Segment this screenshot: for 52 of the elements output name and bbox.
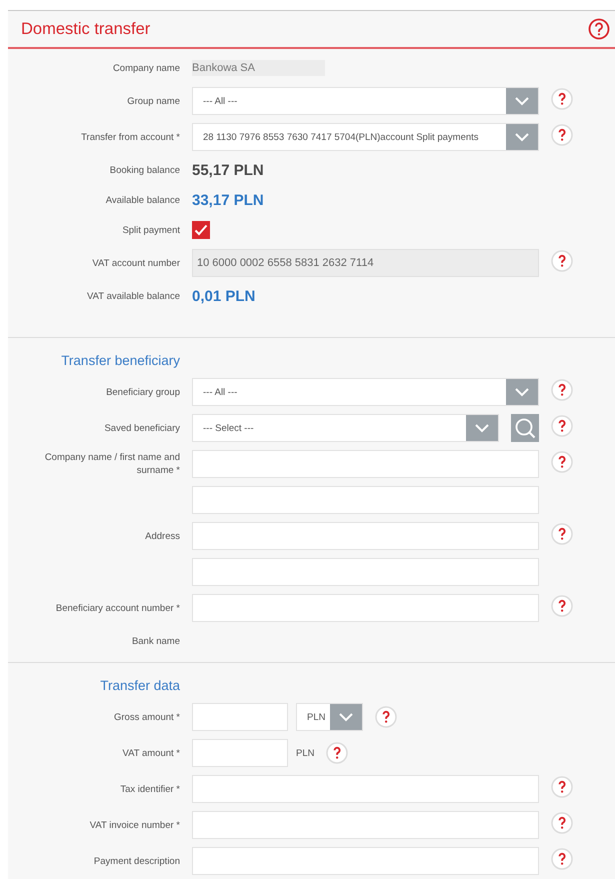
field-label: Available balance — [104, 194, 180, 206]
field-label: Company name / first name and surname * — [44, 451, 180, 477]
search-button[interactable] — [511, 414, 539, 442]
field-label: VAT available balance — [86, 290, 180, 302]
field-label: Transfer from account * — [80, 130, 180, 144]
field-label: Split payment — [121, 224, 180, 236]
dropdown[interactable]: --- All --- — [192, 87, 539, 115]
balance-value: 55,17 PLN — [192, 162, 264, 178]
input-field[interactable] — [192, 486, 539, 514]
help-icon[interactable] — [588, 18, 610, 40]
input-field[interactable] — [192, 522, 539, 550]
dropdown[interactable]: 28 1130 7976 8553 7630 7417 5704(PLN)account Split payments — [192, 123, 539, 151]
search-icon — [514, 417, 536, 439]
field-label: Booking balance — [108, 164, 180, 176]
section-heading: Transfer beneficiary — [60, 352, 180, 370]
field-label: VAT amount * — [121, 746, 180, 760]
field-label: Beneficiary group — [105, 386, 180, 398]
field-label: Company name — [112, 62, 180, 74]
field-label: Tax identifier * — [119, 782, 180, 796]
chevron-icon — [515, 132, 529, 142]
section-heading: Transfer data — [99, 677, 180, 695]
balance-value: 33,17 PLN — [192, 192, 264, 208]
currency-label: PLN — [296, 748, 314, 758]
input-field[interactable] — [192, 811, 539, 839]
chevron-icon — [339, 712, 353, 722]
field-label: Gross amount * — [113, 710, 180, 724]
balance-value: 0,01 PLN — [192, 288, 256, 304]
field-label: VAT account number — [91, 256, 180, 270]
company-name-value: Bankowa SA — [192, 60, 325, 76]
checkbox[interactable] — [192, 221, 210, 239]
dropdown[interactable]: --- Select --- — [192, 414, 499, 442]
field-label: Address — [144, 530, 180, 542]
input-field[interactable] — [192, 847, 539, 875]
page-title: Domestic transfer — [21, 20, 150, 38]
dropdown[interactable]: --- All --- — [192, 378, 539, 406]
input-field: 10 6000 0002 6558 5831 2632 7114 — [192, 249, 539, 277]
amount-field[interactable] — [192, 739, 288, 767]
field-label: Payment description — [92, 854, 180, 868]
field-label: Saved beneficiary — [103, 422, 180, 434]
field-label: Beneficiary account number * — [54, 602, 180, 614]
field-label: Bank name — [130, 634, 180, 648]
chevron-icon — [515, 96, 529, 106]
input-field[interactable] — [192, 594, 539, 622]
input-field[interactable] — [192, 775, 539, 803]
amount-field[interactable] — [192, 703, 288, 731]
chevron-icon — [475, 424, 489, 432]
field-label: VAT invoice number * — [88, 818, 180, 832]
input-field[interactable] — [192, 558, 539, 586]
input-field[interactable] — [192, 450, 539, 478]
currency-dropdown[interactable]: PLN — [296, 703, 363, 731]
chevron-icon — [515, 388, 529, 396]
field-label: Group name — [126, 94, 180, 108]
